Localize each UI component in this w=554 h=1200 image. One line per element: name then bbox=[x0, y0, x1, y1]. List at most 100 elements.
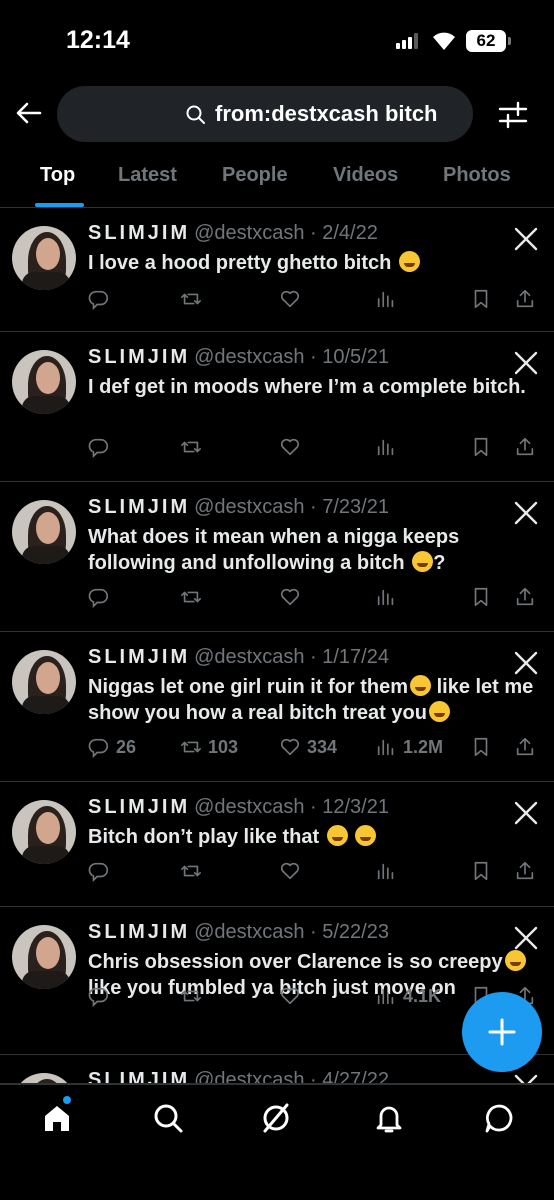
views-button[interactable] bbox=[375, 432, 403, 462]
like-button[interactable] bbox=[279, 432, 307, 462]
avatar[interactable] bbox=[12, 925, 76, 989]
search-icon[interactable] bbox=[151, 1101, 185, 1135]
tweet-text: Bitch don’t play like that bbox=[88, 824, 538, 850]
tab-latest[interactable]: Latest bbox=[118, 164, 177, 187]
bookmark-button[interactable] bbox=[470, 732, 492, 762]
avatar[interactable] bbox=[12, 500, 76, 564]
display-name[interactable]: SLIMJIM bbox=[88, 646, 190, 668]
avatar[interactable] bbox=[12, 650, 76, 714]
tab-photos[interactable]: Photos bbox=[443, 164, 511, 187]
reply-button[interactable]: 26 bbox=[88, 732, 136, 762]
bookmark-button[interactable] bbox=[470, 284, 492, 314]
reply-icon bbox=[88, 438, 109, 459]
display-name[interactable]: SLIMJIM bbox=[88, 921, 190, 943]
share-button[interactable] bbox=[514, 432, 536, 462]
active-tab-indicator bbox=[35, 203, 84, 207]
avatar[interactable] bbox=[12, 350, 76, 414]
avatar[interactable] bbox=[12, 800, 76, 864]
notifications-icon[interactable] bbox=[372, 1101, 406, 1135]
status-bar: 12:14 62 bbox=[0, 0, 554, 80]
home-icon[interactable] bbox=[40, 1101, 74, 1135]
tweet-text-main: Chris obsession over Clarence is so cree… bbox=[88, 951, 503, 973]
tweet[interactable]: SLIMJIM @destxcash · 4/27/22 bbox=[0, 1055, 554, 1084]
display-name[interactable]: SLIMJIM bbox=[88, 496, 190, 518]
display-name[interactable]: SLIMJIM bbox=[88, 796, 190, 818]
reply-button[interactable] bbox=[88, 284, 116, 314]
back-arrow-icon[interactable] bbox=[12, 96, 46, 130]
battery-indicator: 62 bbox=[466, 30, 506, 52]
views-icon bbox=[377, 291, 394, 308]
avatar[interactable] bbox=[12, 1073, 76, 1083]
views-icon bbox=[377, 439, 394, 456]
tweet[interactable]: SLIMJIM @destxcash · 7/23/21 What does it … bbox=[0, 482, 554, 632]
tab-videos[interactable]: Videos bbox=[333, 164, 398, 187]
bookmark-button[interactable] bbox=[470, 856, 492, 886]
like-button[interactable] bbox=[279, 582, 307, 612]
messages-icon[interactable] bbox=[482, 1101, 516, 1135]
smiling-face-with-heart-eyes-emoji bbox=[398, 251, 420, 272]
tab-top[interactable]: Top bbox=[40, 164, 75, 187]
share-button[interactable] bbox=[514, 582, 536, 612]
reply-icon bbox=[88, 588, 109, 609]
loudly-crying-face-emoji bbox=[504, 950, 526, 971]
tweet[interactable]: SLIMJIM @destxcash · 1/17/24 Niggas let on… bbox=[0, 632, 554, 782]
repost-button[interactable] bbox=[180, 981, 208, 1011]
display-name[interactable]: SLIMJIM bbox=[88, 346, 190, 368]
reply-button[interactable] bbox=[88, 981, 116, 1011]
reply-button[interactable] bbox=[88, 432, 116, 462]
filter-settings-icon[interactable] bbox=[496, 98, 530, 132]
reply-button[interactable] bbox=[88, 582, 116, 612]
views-icon bbox=[377, 863, 394, 880]
views-button[interactable] bbox=[375, 582, 403, 612]
search-input[interactable]: from:destxcash bitch bbox=[57, 86, 473, 142]
views-button[interactable] bbox=[375, 284, 403, 314]
share-button[interactable] bbox=[514, 284, 536, 314]
repost-button[interactable] bbox=[180, 856, 208, 886]
tweet[interactable]: SLIMJIM @destxcash · 10/5/21 I def get in … bbox=[0, 332, 554, 482]
avatar[interactable] bbox=[12, 226, 76, 290]
like-button[interactable] bbox=[279, 284, 307, 314]
share-button[interactable] bbox=[514, 732, 536, 762]
retweets-count: 103 bbox=[208, 736, 239, 757]
heart-icon bbox=[280, 738, 300, 756]
x-logo-icon bbox=[514, 501, 538, 525]
bookmark-button[interactable] bbox=[470, 432, 492, 462]
like-button[interactable]: 334 bbox=[279, 732, 337, 762]
tweet-header: SLIMJIM @destxcash · 4/27/22 bbox=[88, 1069, 389, 1083]
display-name[interactable]: SLIMJIM bbox=[88, 1069, 190, 1083]
loudly-crying-face-emoji bbox=[355, 825, 377, 846]
tweet[interactable]: SLIMJIM @destxcash · 2/4/22 I love a hood … bbox=[0, 208, 554, 332]
compose-post-button[interactable] bbox=[462, 992, 542, 1072]
repost-button[interactable] bbox=[180, 432, 208, 462]
tweet-text: Niggas let one girl ruin it for them lik… bbox=[88, 674, 538, 726]
reply-button[interactable] bbox=[88, 856, 116, 886]
handle-and-date: @destxcash · 5/22/23 bbox=[194, 921, 389, 943]
views-icon bbox=[377, 988, 394, 1005]
tweet-text-main: I def get in moods where I’m a complete … bbox=[88, 376, 526, 398]
bookmark-button[interactable] bbox=[470, 582, 492, 612]
tweet-text-main: Niggas let one girl ruin it for them bbox=[88, 676, 409, 698]
search-query: from:destxcash bitch bbox=[215, 101, 438, 126]
smiling-face-with-sunglasses-emoji bbox=[428, 701, 450, 722]
grok-icon[interactable] bbox=[259, 1101, 293, 1135]
views-button[interactable] bbox=[375, 856, 403, 886]
tweet-header: SLIMJIM @destxcash · 10/5/21 bbox=[88, 346, 389, 374]
tweet-header: SLIMJIM @destxcash · 1/17/24 bbox=[88, 646, 389, 674]
handle-and-date: @destxcash · 1/17/24 bbox=[194, 646, 389, 668]
like-button[interactable] bbox=[279, 981, 307, 1011]
views-button[interactable]: 1.2M bbox=[375, 732, 443, 762]
search-tabs: Top Latest People Videos Photos bbox=[0, 152, 554, 208]
handle-and-date: @destxcash · 2/4/22 bbox=[194, 222, 378, 244]
x-logo-icon bbox=[514, 227, 538, 251]
repost-button[interactable] bbox=[180, 284, 208, 314]
share-button[interactable] bbox=[514, 856, 536, 886]
tab-people[interactable]: People bbox=[222, 164, 288, 187]
tweet[interactable]: SLIMJIM @destxcash · 12/3/21 Bitch don’t p… bbox=[0, 782, 554, 907]
reply-icon bbox=[88, 987, 109, 1008]
views-button[interactable]: 4.1K bbox=[375, 981, 441, 1011]
repost-button[interactable]: 103 bbox=[180, 732, 238, 762]
display-name[interactable]: SLIMJIM bbox=[88, 222, 190, 244]
like-button[interactable] bbox=[279, 856, 307, 886]
bookmark-icon bbox=[474, 737, 488, 757]
repost-button[interactable] bbox=[180, 582, 208, 612]
